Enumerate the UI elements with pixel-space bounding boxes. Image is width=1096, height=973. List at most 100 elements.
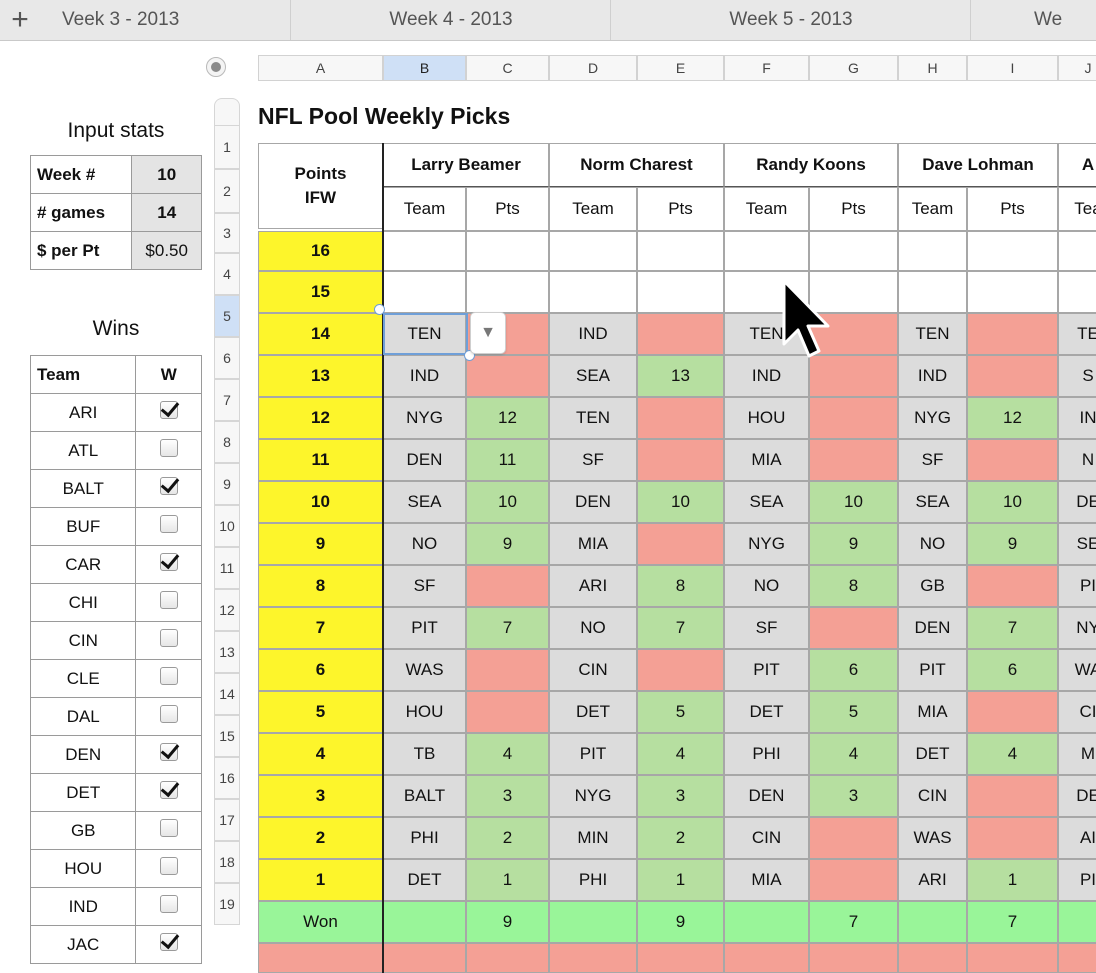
points-cell[interactable]: 10 bbox=[258, 481, 383, 523]
points-earned-cell[interactable]: 4 bbox=[637, 733, 724, 775]
stats-value[interactable]: 10 bbox=[131, 155, 202, 194]
points-earned-cell[interactable] bbox=[967, 231, 1058, 271]
team-pick-cell[interactable]: ARI bbox=[898, 859, 967, 901]
team-pick-cell[interactable]: NYG bbox=[549, 775, 637, 817]
points-cell[interactable]: 14 bbox=[258, 313, 383, 355]
team-pick-cell[interactable]: TEN bbox=[898, 313, 967, 355]
points-earned-cell[interactable]: 6 bbox=[967, 649, 1058, 691]
unchecked-checkbox[interactable] bbox=[159, 895, 178, 913]
team-pick-cell[interactable]: PI bbox=[1058, 859, 1096, 901]
points-cell[interactable]: 16 bbox=[258, 231, 383, 271]
team-pick-cell[interactable]: SF bbox=[549, 439, 637, 481]
won-total-cell[interactable]: 7 bbox=[809, 901, 898, 943]
wins-team[interactable]: DEN bbox=[29, 735, 137, 774]
column-header-h[interactable]: H bbox=[898, 55, 967, 81]
points-cell[interactable]: 1 bbox=[258, 859, 383, 901]
points-cell[interactable]: 15 bbox=[258, 271, 383, 313]
team-pick-cell[interactable]: SEA bbox=[724, 481, 809, 523]
won-label-cell[interactable]: Won bbox=[258, 901, 383, 943]
row-header-18[interactable]: 18 bbox=[214, 841, 240, 883]
team-pick-cell[interactable]: NO bbox=[724, 565, 809, 607]
points-earned-cell[interactable] bbox=[466, 565, 549, 607]
team-pick-cell[interactable]: SF bbox=[383, 565, 466, 607]
team-pick-cell[interactable]: NO bbox=[549, 607, 637, 649]
team-pick-cell[interactable]: TE bbox=[1058, 313, 1096, 355]
points-earned-cell[interactable]: 4 bbox=[809, 733, 898, 775]
points-earned-cell[interactable]: 1 bbox=[466, 859, 549, 901]
row-header-15[interactable]: 15 bbox=[214, 715, 240, 757]
team-pick-cell[interactable] bbox=[898, 231, 967, 271]
points-earned-cell[interactable] bbox=[967, 775, 1058, 817]
stats-label[interactable]: $ per Pt bbox=[29, 231, 133, 270]
team-pick-cell[interactable] bbox=[383, 231, 466, 271]
team-pick-cell[interactable]: TB bbox=[383, 733, 466, 775]
lost-total-cell[interactable] bbox=[637, 943, 724, 973]
team-pick-cell[interactable]: DEN bbox=[383, 439, 466, 481]
points-earned-cell[interactable] bbox=[466, 271, 549, 313]
team-pick-cell[interactable]: PHI bbox=[549, 859, 637, 901]
row-header-10[interactable]: 10 bbox=[214, 505, 240, 547]
row-header-16[interactable]: 16 bbox=[214, 757, 240, 799]
points-earned-cell[interactable] bbox=[809, 859, 898, 901]
row-header-14[interactable]: 14 bbox=[214, 673, 240, 715]
points-earned-cell[interactable] bbox=[967, 817, 1058, 859]
points-earned-cell[interactable] bbox=[809, 817, 898, 859]
wins-team[interactable]: CAR bbox=[29, 545, 137, 584]
wins-team[interactable]: CIN bbox=[29, 621, 137, 660]
row-header-1[interactable]: 1 bbox=[214, 125, 240, 169]
points-earned-cell[interactable] bbox=[637, 523, 724, 565]
won-total-cell[interactable] bbox=[898, 901, 967, 943]
row-header-2[interactable]: 2 bbox=[214, 169, 240, 213]
row-header-3[interactable]: 3 bbox=[214, 213, 240, 253]
points-cell[interactable]: 11 bbox=[258, 439, 383, 481]
team-pick-cell[interactable]: DEN bbox=[549, 481, 637, 523]
team-pick-cell[interactable]: DET bbox=[724, 691, 809, 733]
row-header-12[interactable]: 12 bbox=[214, 589, 240, 631]
row-header-17[interactable]: 17 bbox=[214, 799, 240, 841]
checked-checkbox[interactable] bbox=[159, 401, 178, 419]
team-pick-cell[interactable]: SE bbox=[1058, 523, 1096, 565]
team-pick-cell[interactable]: SEA bbox=[898, 481, 967, 523]
wins-team[interactable]: DET bbox=[29, 773, 137, 812]
team-pick-cell[interactable]: NYG bbox=[724, 523, 809, 565]
points-earned-cell[interactable] bbox=[466, 649, 549, 691]
column-header-e[interactable]: E bbox=[637, 55, 724, 81]
lost-total-cell[interactable] bbox=[383, 943, 466, 973]
points-earned-cell[interactable]: 3 bbox=[637, 775, 724, 817]
points-cell[interactable]: 3 bbox=[258, 775, 383, 817]
team-pick-cell[interactable]: WA bbox=[1058, 649, 1096, 691]
stats-label[interactable]: # games bbox=[29, 193, 133, 232]
team-pick-cell[interactable]: IND bbox=[383, 355, 466, 397]
points-earned-cell[interactable] bbox=[809, 439, 898, 481]
team-pick-cell[interactable]: WAS bbox=[898, 817, 967, 859]
team-pick-cell[interactable]: MIA bbox=[724, 859, 809, 901]
points-earned-cell[interactable]: 12 bbox=[466, 397, 549, 439]
team-pick-cell[interactable]: SF bbox=[724, 607, 809, 649]
team-pick-cell[interactable]: AI bbox=[1058, 817, 1096, 859]
team-pick-cell[interactable]: DEN bbox=[724, 775, 809, 817]
unchecked-checkbox[interactable] bbox=[159, 515, 178, 533]
column-header-c[interactable]: C bbox=[466, 55, 549, 81]
column-header-b[interactable]: B bbox=[383, 55, 466, 81]
lost-total-cell[interactable] bbox=[724, 943, 809, 973]
row-header-13[interactable]: 13 bbox=[214, 631, 240, 673]
points-earned-cell[interactable] bbox=[637, 649, 724, 691]
points-cell[interactable]: 7 bbox=[258, 607, 383, 649]
team-pick-cell[interactable]: TEN bbox=[549, 397, 637, 439]
points-earned-cell[interactable]: 11 bbox=[466, 439, 549, 481]
team-pick-cell[interactable]: HOU bbox=[383, 691, 466, 733]
team-pick-cell[interactable]: PIT bbox=[724, 649, 809, 691]
team-pick-cell[interactable]: ARI bbox=[549, 565, 637, 607]
won-total-cell[interactable]: 7 bbox=[967, 901, 1058, 943]
wins-team[interactable]: CHI bbox=[29, 583, 137, 622]
points-earned-cell[interactable]: 10 bbox=[466, 481, 549, 523]
unchecked-checkbox[interactable] bbox=[159, 857, 178, 875]
wins-team[interactable]: ATL bbox=[29, 431, 137, 470]
points-earned-cell[interactable] bbox=[967, 691, 1058, 733]
team-pick-cell[interactable]: SEA bbox=[383, 481, 466, 523]
team-pick-cell[interactable] bbox=[1058, 231, 1096, 271]
points-earned-cell[interactable]: 3 bbox=[466, 775, 549, 817]
points-cell[interactable]: 2 bbox=[258, 817, 383, 859]
won-total-cell[interactable] bbox=[1058, 901, 1096, 943]
points-earned-cell[interactable]: 12 bbox=[967, 397, 1058, 439]
